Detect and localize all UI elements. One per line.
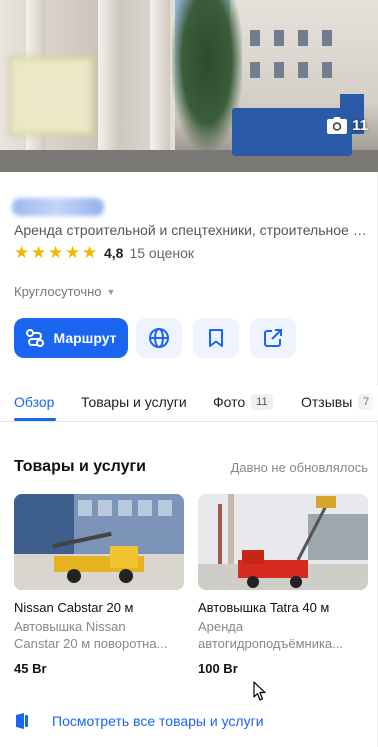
- see-all-label: Посмотреть все товары и услуги: [52, 713, 264, 729]
- place-name-blurred: [12, 198, 104, 216]
- tab-badge: 11: [251, 394, 273, 410]
- tab-photos[interactable]: Фото 11: [213, 394, 273, 410]
- tabs-fade: [364, 386, 378, 420]
- rating-count[interactable]: 15 оценок: [129, 245, 194, 261]
- star-icon: ★: [82, 243, 98, 262]
- goods-card[interactable]: Автовышка Tatra 40 м Аренда автогидропод…: [198, 494, 368, 676]
- photo-count-label: 11: [352, 117, 368, 134]
- route-icon: [26, 329, 45, 347]
- section-title: Товары и услуги: [14, 458, 146, 475]
- tab-goods[interactable]: Товары и услуги: [81, 394, 187, 410]
- rating-row[interactable]: ★ ★ ★ ★ ★ 4,8 15 оценок: [14, 243, 194, 262]
- goods-desc-line: автогидроподъёмника...: [198, 636, 343, 651]
- place-photo[interactable]: 11: [0, 0, 378, 172]
- tab-label: Товары и услуги: [81, 394, 187, 410]
- section-note: Давно не обновлялось: [230, 460, 368, 475]
- route-label: Маршрут: [53, 330, 117, 346]
- photo-count[interactable]: 11: [327, 117, 368, 134]
- hours-label: Круглосуточно: [14, 284, 102, 299]
- goods-card[interactable]: Nissan Cabstar 20 м Автовышка Nissan Can…: [14, 494, 184, 676]
- working-hours[interactable]: Круглосуточно ▼: [14, 284, 115, 299]
- mouse-cursor-icon: [253, 681, 266, 701]
- tab-bar: Обзор Товары и услуги Фото 11 Отзывы 7: [0, 386, 378, 422]
- goods-desc-line: Canstar 20 м поворотна...: [14, 636, 168, 651]
- tab-label: Обзор: [14, 394, 55, 410]
- chevron-down-icon: ▼: [106, 286, 116, 297]
- tab-label: Отзывы: [301, 394, 353, 410]
- blurred-sign: [8, 56, 94, 136]
- tab-overview[interactable]: Обзор: [14, 394, 54, 410]
- star-icon: ★: [48, 243, 64, 262]
- route-button[interactable]: Маршрут: [14, 318, 128, 358]
- goods-title: Nissan Cabstar 20 м: [14, 600, 134, 615]
- tab-label: Фото: [213, 394, 246, 410]
- goods-desc-line: Аренда: [198, 619, 244, 634]
- website-button[interactable]: [136, 318, 182, 358]
- rating-value: 4,8: [104, 245, 124, 261]
- camera-icon: [327, 117, 348, 134]
- bookmark-icon: [209, 329, 223, 347]
- column: [150, 0, 170, 172]
- goods-desc: Автовышка Nissan Canstar 20 м поворотна.…: [14, 618, 184, 652]
- place-category: Аренда строительной и спецтехники, строи…: [14, 222, 370, 238]
- rating-stars: ★ ★ ★ ★ ★: [14, 243, 98, 262]
- catalog-icon: [16, 713, 28, 729]
- star-icon: ★: [14, 243, 30, 262]
- share-icon: [264, 329, 282, 347]
- active-tab-indicator: [14, 418, 56, 421]
- bookmark-button[interactable]: [193, 318, 239, 358]
- goods-desc: Аренда автогидроподъёмника...: [198, 618, 368, 652]
- globe-icon: [149, 328, 169, 348]
- goods-price: 100 Br: [198, 661, 238, 676]
- star-icon: ★: [65, 243, 81, 262]
- goods-image: [14, 494, 184, 590]
- goods-desc-line: Автовышка Nissan: [14, 619, 126, 634]
- star-icon: ★: [31, 243, 47, 262]
- goods-title: Автовышка Tatra 40 м: [198, 600, 330, 615]
- goods-price: 45 Br: [14, 661, 47, 676]
- share-button[interactable]: [250, 318, 296, 358]
- goods-image: [198, 494, 368, 590]
- see-all-goods-link[interactable]: Посмотреть все товары и услуги: [14, 712, 264, 730]
- column: [98, 0, 118, 172]
